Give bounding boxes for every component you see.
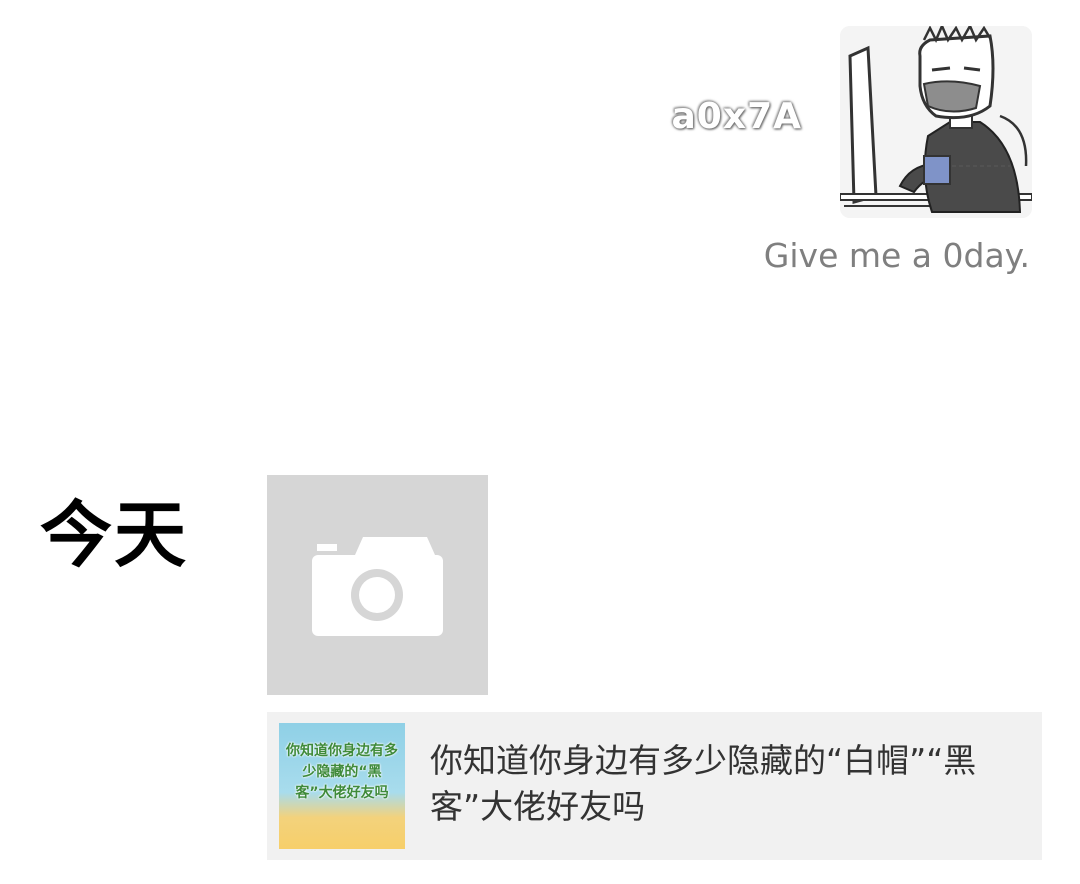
shared-link-card[interactable]: 你知道你身边有多少隐藏的“黑客”大佬好友吗 你知道你身边有多少隐藏的“白帽”“黑… [267, 712, 1042, 860]
profile-signature: Give me a 0day. [763, 236, 1030, 275]
link-thumbnail: 你知道你身边有多少隐藏的“黑客”大佬好友吗 [279, 723, 405, 849]
camera-icon [312, 537, 443, 636]
moments-page: a0x7A Give me a 0day. 今天 你知道你身边有多少隐藏的“黑客… [0, 0, 1080, 884]
post-date-label: 今天 [40, 493, 189, 577]
avatar-cartoon-hacker [840, 26, 1032, 218]
link-title: 你知道你身边有多少隐藏的“白帽”“黑客”大佬好友吗 [430, 741, 977, 826]
thumbnail-caption: 你知道你身边有多少隐藏的“黑客”大佬好友吗 [286, 743, 398, 801]
profile-avatar[interactable] [840, 26, 1032, 218]
profile-username[interactable]: a0x7A [672, 96, 802, 137]
new-post-camera-button[interactable] [267, 475, 488, 695]
